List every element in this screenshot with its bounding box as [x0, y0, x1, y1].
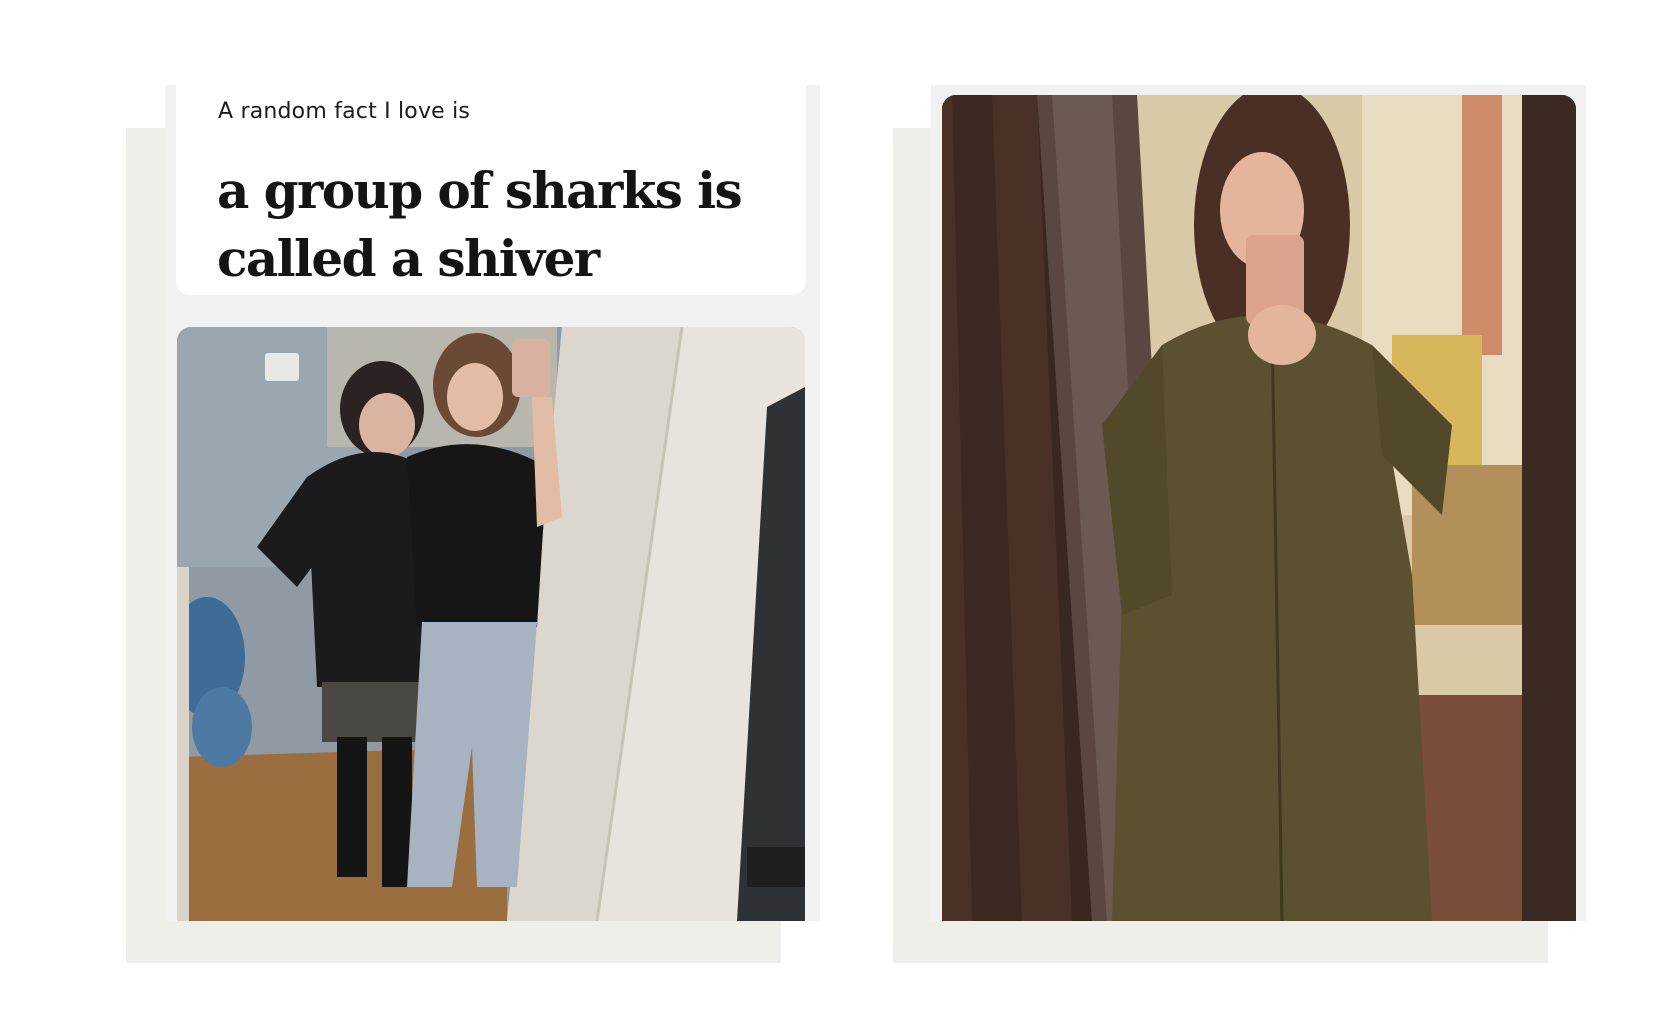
- prompt-answer: a group of sharks is called a shiver: [217, 161, 743, 288]
- prompt-card[interactable]: A random fact I love is a group of shark…: [176, 75, 806, 295]
- prompt-label: A random fact I love is: [218, 99, 471, 124]
- photo-icon: [942, 95, 1576, 921]
- profile-photo-mirror-selfie[interactable]: [177, 327, 805, 921]
- photo-icon: [177, 327, 805, 921]
- profile-photo-olive-coat[interactable]: [942, 95, 1576, 921]
